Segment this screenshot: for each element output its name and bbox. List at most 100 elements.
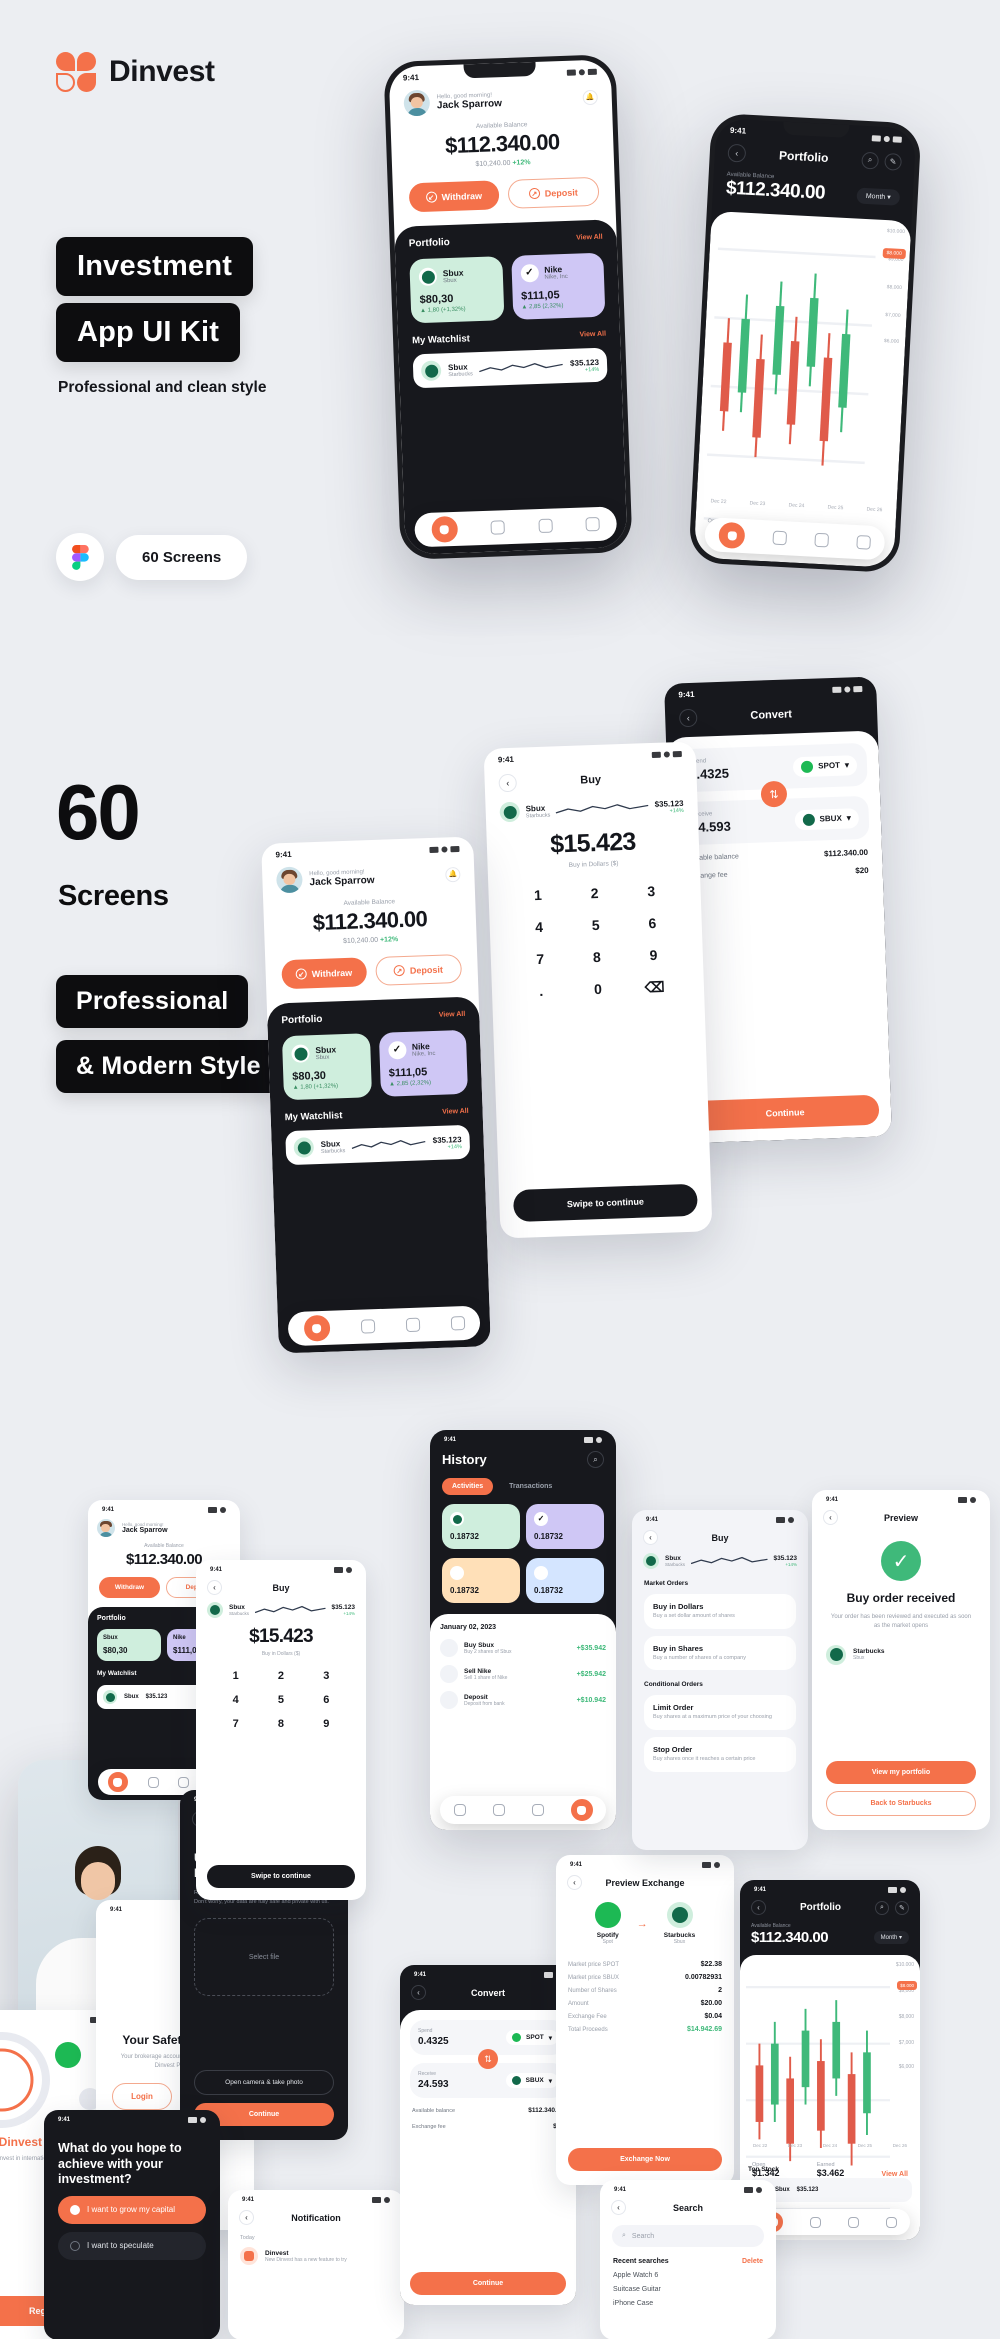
- deposit-button[interactable]: ↗ Deposit: [507, 176, 600, 209]
- withdraw-button[interactable]: ↙ Withdraw: [281, 957, 367, 990]
- key[interactable]: 5: [259, 1689, 302, 1711]
- stock-card[interactable]: ✓ Nike Nike, Inc $111,05 ▲ 2,85 (2,32%): [510, 252, 606, 320]
- key[interactable]: 4: [214, 1689, 257, 1711]
- summary-card[interactable]: ✓ 0.18732: [526, 1504, 604, 1549]
- search-icon[interactable]: ⌕: [587, 1451, 604, 1468]
- summary-card[interactable]: 0.18732: [442, 1504, 520, 1549]
- tab-exchange-icon[interactable]: [538, 518, 553, 534]
- spend-token-selector[interactable]: SPOT ▾: [506, 2030, 558, 2045]
- goal-option[interactable]: I want to speculate: [58, 2231, 206, 2260]
- stock-card[interactable]: ✓ Nike Nike, Inc $111,05 ▲ 2,85 (2,32%): [378, 1029, 469, 1097]
- notification-bell-icon[interactable]: 🔔: [582, 89, 598, 105]
- withdraw-button[interactable]: ↙ Withdraw: [408, 180, 500, 213]
- range-selector[interactable]: Month ▾: [856, 187, 901, 206]
- view-all-link[interactable]: View All: [579, 331, 606, 339]
- swipe-to-continue-button[interactable]: Swipe to continue: [207, 1865, 355, 1888]
- back-button[interactable]: ‹: [751, 1900, 766, 1915]
- key[interactable]: 8: [259, 1713, 302, 1735]
- withdraw-button[interactable]: Withdraw: [99, 1577, 160, 1598]
- stock-card[interactable]: Sbux Sbux $80,30 ▲ 1,80 (+1,32%): [281, 1033, 372, 1101]
- key[interactable]: 3: [623, 875, 679, 907]
- view-all-link[interactable]: View All: [576, 234, 603, 242]
- tab-home-icon[interactable]: [107, 1772, 128, 1792]
- tab-document-icon[interactable]: [492, 1804, 505, 1816]
- back-to-stock-button[interactable]: Back to Starbucks: [826, 1791, 976, 1816]
- tab-profile-icon[interactable]: [885, 2216, 897, 2228]
- receive-token-selector[interactable]: SBUX ▾: [505, 2073, 558, 2088]
- key-backspace[interactable]: ⌫: [627, 971, 683, 1004]
- spend-token-selector[interactable]: SPOT ▾: [792, 754, 858, 777]
- tab-exchange-icon[interactable]: [405, 1317, 420, 1333]
- edit-icon[interactable]: ✎: [894, 1900, 909, 1915]
- tab-transactions[interactable]: Transactions: [499, 1478, 562, 1495]
- key[interactable]: .: [513, 975, 569, 1008]
- tab-exchange-icon[interactable]: [814, 532, 830, 548]
- summary-card[interactable]: 0.18732: [526, 1558, 604, 1603]
- search-icon[interactable]: ⌕: [861, 151, 880, 170]
- swipe-to-continue-button[interactable]: Swipe to continue: [512, 1183, 698, 1223]
- notification-item[interactable]: Dinvest New Dinvest has a new feature to…: [228, 2241, 404, 2265]
- goal-option[interactable]: I want to grow my capital: [58, 2195, 206, 2224]
- tab-profile-icon[interactable]: [450, 1316, 465, 1331]
- key[interactable]: 2: [259, 1665, 302, 1687]
- recent-search-item[interactable]: iPhone Case: [600, 2293, 776, 2307]
- history-item[interactable]: Buy Sbux Buy 2 shares of Sbux +$35.942: [440, 1639, 606, 1657]
- tab-document-icon[interactable]: [147, 1776, 159, 1788]
- edit-icon[interactable]: ✎: [884, 152, 903, 171]
- key[interactable]: 4: [511, 911, 567, 943]
- back-button[interactable]: ‹: [239, 2210, 254, 2225]
- deposit-button[interactable]: ↗ Deposit: [374, 953, 463, 986]
- tab-document-icon[interactable]: [810, 2216, 822, 2228]
- tab-activities[interactable]: Activities: [442, 1478, 494, 1495]
- avatar[interactable]: [97, 1519, 115, 1537]
- recent-search-item[interactable]: Apple Watch 6: [600, 2265, 776, 2279]
- back-button[interactable]: ‹: [643, 1530, 658, 1545]
- key[interactable]: 3: [305, 1665, 348, 1687]
- summary-card[interactable]: 0.18732: [442, 1558, 520, 1603]
- view-all-link[interactable]: View All: [439, 1011, 466, 1019]
- tab-home-icon[interactable]: [431, 515, 458, 543]
- numeric-keypad[interactable]: 1 2 3 4 5 6 7 8 9 . 0 ⌫: [488, 864, 705, 1008]
- tab-profile-icon[interactable]: [856, 534, 872, 550]
- key[interactable]: 7: [214, 1713, 257, 1735]
- tab-home-icon[interactable]: [303, 1314, 331, 1342]
- tab-profile-icon[interactable]: [570, 1799, 593, 1821]
- key[interactable]: 6: [305, 1689, 348, 1711]
- back-button[interactable]: ‹: [611, 2200, 626, 2215]
- tab-document-icon[interactable]: [772, 530, 788, 546]
- back-button[interactable]: ‹: [411, 1985, 426, 2000]
- stock-card[interactable]: Sbux Sbux $80,30 ▲ 1,80 (+1,32%): [409, 256, 504, 324]
- notification-bell-icon[interactable]: 🔔: [445, 866, 461, 882]
- avatar[interactable]: [275, 866, 303, 894]
- search-icon[interactable]: ⌕: [874, 1900, 889, 1915]
- bottom-tabbar[interactable]: [440, 1796, 606, 1824]
- receive-token-selector[interactable]: SBUX ▾: [794, 807, 860, 830]
- continue-button[interactable]: Continue: [690, 1094, 880, 1132]
- history-item[interactable]: Sell Nike Sell 1 share of Nike +$25.942: [440, 1665, 606, 1683]
- key[interactable]: 6: [625, 907, 681, 939]
- tab-home-icon[interactable]: [718, 521, 746, 550]
- tab-exchange-icon[interactable]: [847, 2216, 859, 2228]
- view-portfolio-button[interactable]: View my portfolio: [826, 1761, 976, 1784]
- back-button[interactable]: ‹: [207, 1580, 222, 1595]
- back-button[interactable]: ‹: [567, 1875, 582, 1890]
- tab-exchange-icon[interactable]: [178, 1776, 190, 1788]
- bottom-tabbar[interactable]: [287, 1305, 481, 1347]
- back-button[interactable]: ‹: [727, 143, 747, 163]
- search-input[interactable]: ⌕ Search: [612, 2225, 764, 2247]
- order-option[interactable]: Limit Order Buy shares at a maximum pric…: [644, 1695, 796, 1731]
- order-option[interactable]: Stop Order Buy shares once it reaches a …: [644, 1737, 796, 1772]
- login-button[interactable]: Login: [112, 2083, 172, 2110]
- range-selector[interactable]: Month ▾: [873, 1931, 909, 1944]
- key[interactable]: 8: [569, 941, 625, 973]
- tab-document-icon[interactable]: [490, 520, 506, 535]
- open-camera-button[interactable]: Open camera & take photo: [194, 2070, 334, 2095]
- order-option[interactable]: Buy in Shares Buy a number of shares of …: [644, 1635, 796, 1671]
- history-item[interactable]: Deposit Deposit from bank +$10.942: [440, 1691, 606, 1709]
- watchlist-row[interactable]: Sbux Starbucks $35.123 +14%: [285, 1124, 471, 1166]
- continue-button[interactable]: Continue: [410, 2272, 566, 2295]
- back-button[interactable]: ‹: [823, 1510, 838, 1525]
- stock-card[interactable]: Sbux $80,30: [97, 1629, 161, 1661]
- back-button[interactable]: ‹: [498, 773, 518, 793]
- key[interactable]: 1: [214, 1665, 257, 1687]
